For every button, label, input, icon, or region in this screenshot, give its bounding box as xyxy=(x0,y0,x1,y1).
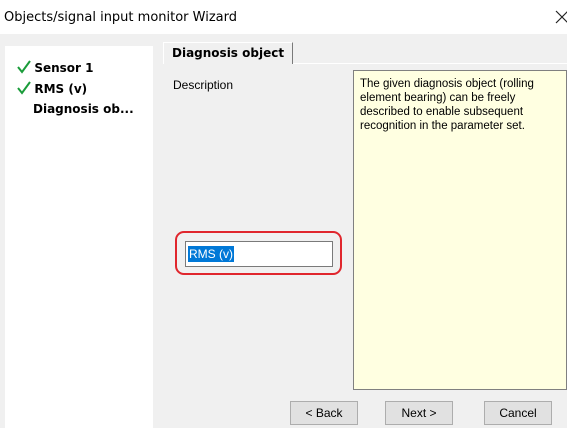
step-label: Diagnosis ob... xyxy=(33,102,134,116)
step-label: Sensor 1 xyxy=(34,61,94,75)
step-diagnosis-object: Diagnosis ob... xyxy=(17,102,134,120)
cancel-button[interactable]: Cancel xyxy=(484,401,552,425)
next-button[interactable]: Next > xyxy=(385,401,453,425)
back-button[interactable]: < Back xyxy=(290,401,358,425)
description-input[interactable]: RMS (v) xyxy=(185,241,333,267)
wizard-steps-panel: Sensor 1 RMS (v) Diagnosis ob... xyxy=(5,46,153,428)
tab-diagnosis-object[interactable]: Diagnosis object xyxy=(163,42,293,64)
help-text-box: The given diagnosis object (rolling elem… xyxy=(353,70,567,390)
checkmark-icon xyxy=(17,81,31,95)
step-rms: RMS (v) xyxy=(17,81,87,99)
step-label: RMS (v) xyxy=(34,82,88,96)
checkmark-icon xyxy=(17,60,31,74)
title-bar: Objects/signal input monitor Wizard xyxy=(0,0,567,34)
window-title: Objects/signal input monitor Wizard xyxy=(4,10,237,25)
step-sensor-1: Sensor 1 xyxy=(17,60,94,78)
tab-label: Diagnosis object xyxy=(172,46,285,60)
close-icon[interactable] xyxy=(555,6,567,26)
description-value: RMS (v) xyxy=(188,246,234,262)
description-label: Description xyxy=(173,78,234,92)
